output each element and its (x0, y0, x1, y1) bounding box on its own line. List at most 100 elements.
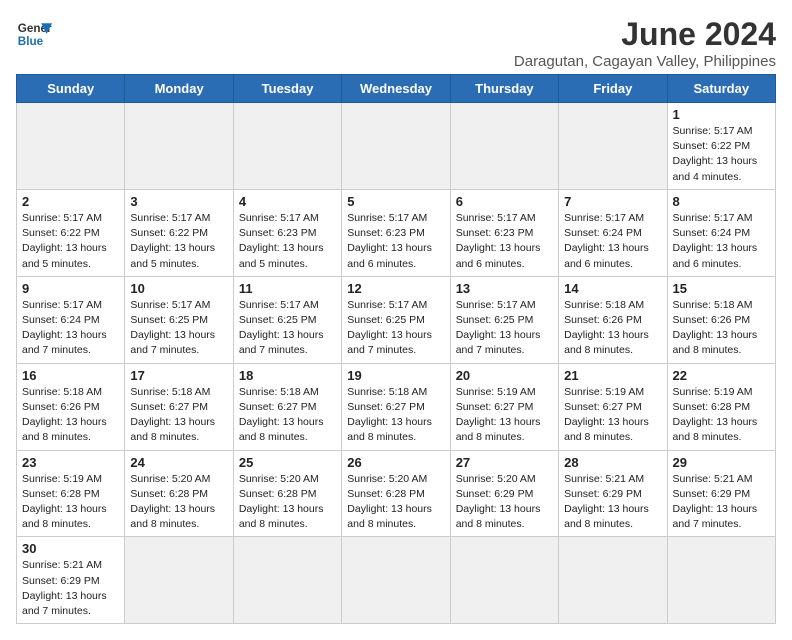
calendar-cell: 16 Sunrise: 5:18 AM Sunset: 6:26 PM Dayli… (17, 363, 125, 450)
calendar-cell: 25Sunrise: 5:20 AM Sunset: 6:28 PM Dayli… (233, 450, 341, 537)
day-number: 7 (564, 194, 661, 209)
day-header-monday: Monday (125, 75, 233, 103)
calendar-cell: 14 Sunrise: 5:18 AM Sunset: 6:26 PM Dayli… (559, 276, 667, 363)
calendar-title: June 2024 (514, 16, 776, 53)
calendar-cell: 23 Sunrise: 5:19 AM Sunset: 6:28 PM Dayli… (17, 450, 125, 537)
day-number: 6 (456, 194, 553, 209)
calendar-cell (667, 537, 775, 624)
calendar-cell (450, 537, 558, 624)
calendar-cell: 10Sunrise: 5:17 AM Sunset: 6:25 PM Dayli… (125, 276, 233, 363)
logo-icon: General Blue (16, 16, 52, 52)
day-number: 2 (22, 194, 119, 209)
calendar-cell: 24 Sunrise: 5:20 AM Sunset: 6:28 PM Dayli… (125, 450, 233, 537)
calendar-week-row: 1 Sunrise: 5:17 AM Sunset: 6:22 PM Daylig… (17, 103, 776, 190)
calendar-cell (450, 103, 558, 190)
day-number: 8 (673, 194, 770, 209)
day-number: 13 (456, 281, 553, 296)
calendar-cell: 3Sunrise: 5:17 AM Sunset: 6:22 PM Daylig… (125, 189, 233, 276)
day-number: 26 (347, 455, 444, 470)
day-number: 30 (22, 541, 119, 556)
calendar-cell (342, 537, 450, 624)
sun-info: Sunrise: 5:21 AM Sunset: 6:29 PM Dayligh… (22, 558, 119, 619)
sun-info: Sunrise: 5:18 AM Sunset: 6:26 PM Dayligh… (22, 385, 119, 446)
calendar-cell (342, 103, 450, 190)
day-number: 14 (564, 281, 661, 296)
day-number: 25 (239, 455, 336, 470)
sun-info: Sunrise: 5:21 AM Sunset: 6:29 PM Dayligh… (564, 472, 661, 533)
day-number: 16 (22, 368, 119, 383)
svg-text:Blue: Blue (18, 35, 44, 48)
sun-info: Sunrise: 5:17 AM Sunset: 6:22 PM Dayligh… (673, 124, 770, 185)
calendar-cell: 9Sunrise: 5:17 AM Sunset: 6:24 PM Daylig… (17, 276, 125, 363)
calendar-cell: 28Sunrise: 5:21 AM Sunset: 6:29 PM Dayli… (559, 450, 667, 537)
day-number: 11 (239, 281, 336, 296)
calendar-cell: 18Sunrise: 5:18 AM Sunset: 6:27 PM Dayli… (233, 363, 341, 450)
calendar-cell: 27Sunrise: 5:20 AM Sunset: 6:29 PM Dayli… (450, 450, 558, 537)
sun-info: Sunrise: 5:17 AM Sunset: 6:24 PM Dayligh… (22, 298, 119, 359)
calendar-week-row: 23 Sunrise: 5:19 AM Sunset: 6:28 PM Dayli… (17, 450, 776, 537)
calendar-cell: 17Sunrise: 5:18 AM Sunset: 6:27 PM Dayli… (125, 363, 233, 450)
sun-info: Sunrise: 5:18 AM Sunset: 6:26 PM Dayligh… (673, 298, 770, 359)
calendar-cell (559, 103, 667, 190)
sun-info: Sunrise: 5:19 AM Sunset: 6:28 PM Dayligh… (22, 472, 119, 533)
calendar-cell: 22 Sunrise: 5:19 AM Sunset: 6:28 PM Dayli… (667, 363, 775, 450)
calendar-cell: 13 Sunrise: 5:17 AM Sunset: 6:25 PM Dayli… (450, 276, 558, 363)
calendar-cell: 15 Sunrise: 5:18 AM Sunset: 6:26 PM Dayli… (667, 276, 775, 363)
day-number: 15 (673, 281, 770, 296)
calendar-cell: 11 Sunrise: 5:17 AM Sunset: 6:25 PM Dayli… (233, 276, 341, 363)
sun-info: Sunrise: 5:17 AM Sunset: 6:25 PM Dayligh… (456, 298, 553, 359)
calendar-cell (125, 103, 233, 190)
sun-info: Sunrise: 5:20 AM Sunset: 6:29 PM Dayligh… (456, 472, 553, 533)
calendar-cell: 8 Sunrise: 5:17 AM Sunset: 6:24 PM Daylig… (667, 189, 775, 276)
sun-info: Sunrise: 5:20 AM Sunset: 6:28 PM Dayligh… (130, 472, 227, 533)
day-number: 10 (130, 281, 227, 296)
day-header-sunday: Sunday (17, 75, 125, 103)
day-number: 12 (347, 281, 444, 296)
calendar-cell: 26 Sunrise: 5:20 AM Sunset: 6:28 PM Dayli… (342, 450, 450, 537)
calendar-cell (233, 103, 341, 190)
calendar-week-row: 9Sunrise: 5:17 AM Sunset: 6:24 PM Daylig… (17, 276, 776, 363)
calendar-body: 1 Sunrise: 5:17 AM Sunset: 6:22 PM Daylig… (17, 103, 776, 624)
calendar-cell: 19Sunrise: 5:18 AM Sunset: 6:27 PM Dayli… (342, 363, 450, 450)
day-number: 3 (130, 194, 227, 209)
calendar-cell (125, 537, 233, 624)
calendar-cell (233, 537, 341, 624)
day-number: 1 (673, 107, 770, 122)
sun-info: Sunrise: 5:19 AM Sunset: 6:27 PM Dayligh… (564, 385, 661, 446)
sun-info: Sunrise: 5:17 AM Sunset: 6:23 PM Dayligh… (347, 211, 444, 272)
sun-info: Sunrise: 5:20 AM Sunset: 6:28 PM Dayligh… (347, 472, 444, 533)
day-header-friday: Friday (559, 75, 667, 103)
sun-info: Sunrise: 5:17 AM Sunset: 6:22 PM Dayligh… (22, 211, 119, 272)
logo: General Blue (16, 16, 52, 52)
calendar-table: SundayMondayTuesdayWednesdayThursdayFrid… (16, 74, 776, 624)
calendar-cell: 1 Sunrise: 5:17 AM Sunset: 6:22 PM Daylig… (667, 103, 775, 190)
sun-info: Sunrise: 5:17 AM Sunset: 6:23 PM Dayligh… (456, 211, 553, 272)
calendar-cell: 6 Sunrise: 5:17 AM Sunset: 6:23 PM Daylig… (450, 189, 558, 276)
calendar-week-row: 30 Sunrise: 5:21 AM Sunset: 6:29 PM Dayli… (17, 537, 776, 624)
calendar-cell: 4Sunrise: 5:17 AM Sunset: 6:23 PM Daylig… (233, 189, 341, 276)
calendar-week-row: 16 Sunrise: 5:18 AM Sunset: 6:26 PM Dayli… (17, 363, 776, 450)
sun-info: Sunrise: 5:17 AM Sunset: 6:24 PM Dayligh… (673, 211, 770, 272)
calendar-cell: 29Sunrise: 5:21 AM Sunset: 6:29 PM Dayli… (667, 450, 775, 537)
sun-info: Sunrise: 5:18 AM Sunset: 6:27 PM Dayligh… (347, 385, 444, 446)
calendar-cell: 20Sunrise: 5:19 AM Sunset: 6:27 PM Dayli… (450, 363, 558, 450)
day-number: 23 (22, 455, 119, 470)
day-header-saturday: Saturday (667, 75, 775, 103)
day-number: 20 (456, 368, 553, 383)
calendar-subtitle: Daragutan, Cagayan Valley, Philippines (514, 53, 776, 70)
calendar-cell: 7Sunrise: 5:17 AM Sunset: 6:24 PM Daylig… (559, 189, 667, 276)
calendar-cell: 2 Sunrise: 5:17 AM Sunset: 6:22 PM Daylig… (17, 189, 125, 276)
day-number: 5 (347, 194, 444, 209)
sun-info: Sunrise: 5:17 AM Sunset: 6:25 PM Dayligh… (239, 298, 336, 359)
sun-info: Sunrise: 5:19 AM Sunset: 6:28 PM Dayligh… (673, 385, 770, 446)
calendar-cell: 5 Sunrise: 5:17 AM Sunset: 6:23 PM Daylig… (342, 189, 450, 276)
sun-info: Sunrise: 5:18 AM Sunset: 6:27 PM Dayligh… (130, 385, 227, 446)
calendar-cell: 12 Sunrise: 5:17 AM Sunset: 6:25 PM Dayli… (342, 276, 450, 363)
calendar-cell: 21Sunrise: 5:19 AM Sunset: 6:27 PM Dayli… (559, 363, 667, 450)
sun-info: Sunrise: 5:17 AM Sunset: 6:25 PM Dayligh… (347, 298, 444, 359)
day-number: 24 (130, 455, 227, 470)
day-number: 22 (673, 368, 770, 383)
day-header-wednesday: Wednesday (342, 75, 450, 103)
sun-info: Sunrise: 5:18 AM Sunset: 6:26 PM Dayligh… (564, 298, 661, 359)
title-block: June 2024 Daragutan, Cagayan Valley, Phi… (514, 16, 776, 70)
